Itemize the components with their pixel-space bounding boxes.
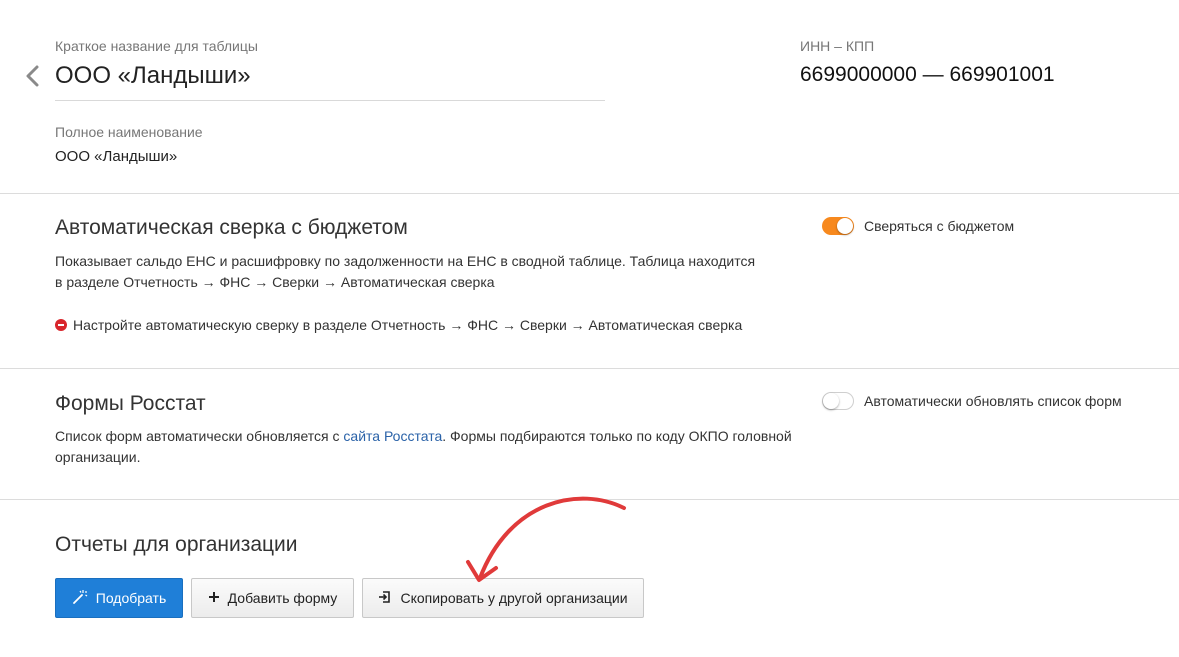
- copy-import-icon: [378, 590, 392, 607]
- rosstat-desc-line2: организации.: [55, 449, 141, 465]
- divider: [0, 193, 1179, 194]
- divider: [0, 368, 1179, 369]
- magic-wand-icon: [72, 589, 88, 608]
- plus-icon: [208, 590, 220, 606]
- rosstat-toggle-label: Автоматически обновлять список форм: [864, 393, 1122, 409]
- budget-check-toggle[interactable]: [822, 217, 854, 235]
- inn-kpp-value: 6699000000 — 669901001: [800, 63, 1055, 86]
- pick-button-label: Подобрать: [95, 590, 167, 606]
- toggle-knob: [823, 393, 839, 409]
- budget-check-title: Автоматическая сверка с бюджетом: [55, 216, 408, 239]
- rosstat-site-link[interactable]: сайта Росстата: [343, 428, 442, 444]
- short-name-input[interactable]: ООО «Ландыши»: [55, 60, 605, 101]
- annotation-arrow-icon: [466, 496, 626, 582]
- budget-check-error-text: Настройте автоматическую сверку в раздел…: [73, 317, 743, 333]
- rosstat-toggle[interactable]: [822, 392, 854, 410]
- rosstat-desc-line1: Список форм автоматически обновляется с …: [55, 426, 792, 447]
- rosstat-title: Формы Росстат: [55, 392, 206, 415]
- copy-from-org-button-label: Скопировать у другой организации: [400, 590, 628, 606]
- budget-check-desc-line1: Показывает сальдо ЕНС и расшифровку по з…: [55, 253, 756, 269]
- add-form-button[interactable]: Добавить форму: [191, 578, 354, 618]
- full-name-value: ООО «Ландыши»: [55, 148, 178, 165]
- back-chevron-icon[interactable]: [20, 62, 46, 90]
- budget-check-toggle-label: Сверяться с бюджетом: [864, 218, 1015, 234]
- rosstat-desc-text: Список форм автоматически обновляется с: [55, 428, 344, 444]
- toggle-knob: [837, 218, 853, 234]
- pick-button[interactable]: Подобрать: [55, 578, 183, 618]
- error-icon: [55, 319, 67, 331]
- budget-check-desc-line2: в разделе Отчетность → ФНС → Сверки → Ав…: [55, 274, 495, 290]
- rosstat-desc-text-after: . Формы подбираются только по коду ОКПО …: [442, 428, 792, 444]
- full-name-label: Полное наименование: [55, 124, 203, 140]
- add-form-button-label: Добавить форму: [227, 590, 338, 606]
- short-name-label: Краткое название для таблицы: [55, 38, 258, 54]
- reports-title: Отчеты для организации: [55, 533, 298, 556]
- inn-kpp-label: ИНН – КПП: [800, 38, 875, 54]
